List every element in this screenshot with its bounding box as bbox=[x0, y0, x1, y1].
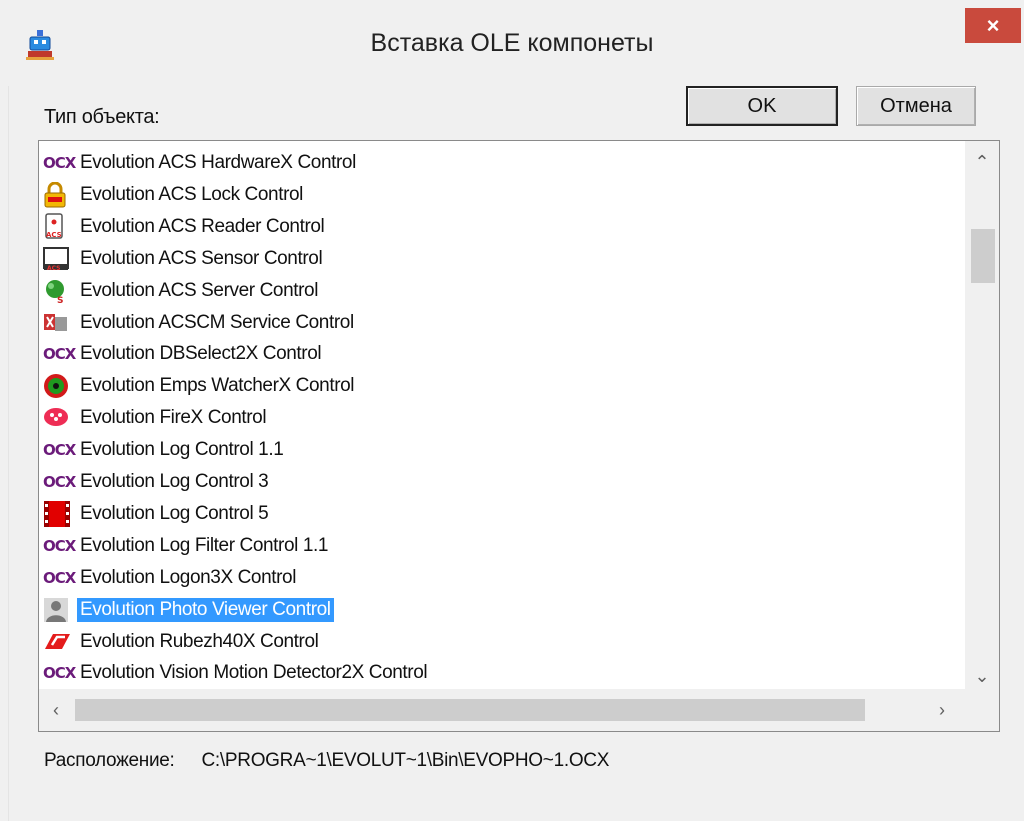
horizontal-scrollbar[interactable]: ‹ › bbox=[39, 689, 999, 731]
list-item-label: Evolution Emps WatcherX Control bbox=[80, 375, 355, 397]
list-item[interactable]: OCX Evolution Log Control 3 bbox=[43, 466, 943, 498]
scroll-right-arrow-icon[interactable]: › bbox=[925, 689, 959, 731]
window-frame-left bbox=[0, 86, 9, 821]
log-film-icon bbox=[43, 500, 77, 528]
list-item-label: Evolution ACS Sensor Control bbox=[80, 247, 323, 269]
list-item-label: Evolution Photo Viewer Control bbox=[77, 597, 334, 622]
lock-icon bbox=[43, 181, 77, 209]
scroll-down-arrow-icon[interactable]: ⌄ bbox=[965, 661, 999, 691]
list-item[interactable]: OCX Evolution Log Control 1.1 bbox=[43, 434, 943, 466]
list-item-label: Evolution ACS HardwareX Control bbox=[80, 152, 356, 173]
list-item[interactable]: Evolution ACS Lock Control bbox=[43, 179, 943, 211]
list-item[interactable]: Evolution Photo Viewer Control bbox=[43, 594, 943, 626]
list-item[interactable]: Evolution ACSCM Service Control bbox=[43, 307, 943, 339]
photo-person-icon bbox=[43, 596, 77, 624]
list-item-label: Evolution ACS Reader Control bbox=[80, 215, 325, 237]
list-item-label: Evolution ACS Lock Control bbox=[80, 183, 303, 205]
cancel-button[interactable]: Отмена bbox=[856, 86, 976, 126]
rubezh-icon bbox=[43, 628, 77, 656]
location-path: C:\PROGRA~1\EVOLUT~1\Bin\EVOPHO~1.OCX bbox=[201, 750, 610, 771]
service-icon bbox=[43, 309, 77, 337]
fire-icon bbox=[43, 404, 77, 432]
list-item-label: Evolution ACS Server Control bbox=[80, 279, 319, 301]
list-item[interactable]: S Evolution ACS Server Control bbox=[43, 275, 943, 307]
reader-icon: ACS bbox=[43, 213, 77, 241]
watcher-icon bbox=[43, 372, 77, 400]
list-item[interactable]: OCX Evolution Vision Motion Detector2X Co… bbox=[43, 657, 943, 689]
title-bar: Вставка OLE компонеты × bbox=[0, 0, 1024, 86]
list-item-label: Evolution Log Control 1.1 bbox=[80, 439, 284, 461]
ocx-icon: OCX bbox=[43, 536, 76, 555]
location-label: Расположение: bbox=[44, 750, 175, 771]
window-title: Вставка OLE компонеты bbox=[370, 29, 654, 57]
sensor-icon: ACS bbox=[43, 245, 77, 273]
server-icon: S bbox=[43, 277, 77, 305]
svg-text:ACS: ACS bbox=[47, 265, 60, 272]
list-item-label: Evolution FireX Control bbox=[80, 407, 267, 429]
object-type-label: Тип объекта: bbox=[44, 106, 160, 128]
close-button[interactable]: × bbox=[965, 8, 1021, 43]
list-item[interactable]: OCX Evolution ACS HardwareX Control bbox=[43, 147, 943, 179]
list-item-label: Evolution ACSCM Service Control bbox=[80, 311, 354, 333]
scroll-up-arrow-icon[interactable]: ⌃ bbox=[965, 147, 999, 177]
list-item[interactable]: ACS Evolution ACS Reader Control bbox=[43, 211, 943, 243]
window-frame-right bbox=[1012, 86, 1024, 821]
list-item[interactable]: ACS Evolution ACS Sensor Control bbox=[43, 243, 943, 275]
ok-button[interactable]: OK bbox=[686, 86, 838, 126]
ocx-icon: OCX bbox=[43, 473, 76, 491]
list-item-label: Evolution Vision Motion Detector2X Contr… bbox=[80, 662, 428, 684]
horizontal-scroll-thumb[interactable] bbox=[75, 699, 865, 721]
ocx-icon: OCX bbox=[43, 568, 76, 587]
list-item-label: Evolution DBSelect2X Control bbox=[80, 343, 322, 365]
object-type-list[interactable]: OCX Evolution ACS HardwareX Control Evolut… bbox=[38, 140, 1000, 732]
list-item[interactable]: Evolution FireX Control bbox=[43, 402, 943, 434]
ocx-icon: OCX bbox=[43, 154, 76, 172]
list-item[interactable]: OCX Evolution Log Filter Control 1.1 bbox=[43, 530, 943, 562]
svg-text:S: S bbox=[57, 296, 63, 304]
list-item[interactable]: OCX Evolution DBSelect2X Control bbox=[43, 338, 943, 370]
list-item[interactable]: OCX Evolution Logon3X Control bbox=[43, 562, 943, 594]
list-item-label: Evolution Log Control 5 bbox=[80, 502, 269, 524]
scroll-left-arrow-icon[interactable]: ‹ bbox=[39, 689, 73, 731]
ocx-icon: OCX bbox=[43, 441, 76, 460]
vertical-scroll-thumb[interactable] bbox=[971, 229, 995, 283]
vertical-scrollbar[interactable]: ⌃ ⌄ bbox=[965, 141, 999, 689]
svg-text:ACS: ACS bbox=[46, 231, 62, 239]
list-item[interactable]: Evolution Emps WatcherX Control bbox=[43, 370, 943, 402]
list-item-label: Evolution Log Filter Control 1.1 bbox=[80, 534, 329, 556]
ocx-icon: OCX bbox=[43, 664, 76, 683]
location-row: Расположение: C:\PROGRA~1\EVOLUT~1\Bin\E… bbox=[44, 750, 609, 772]
ocx-icon: OCX bbox=[43, 345, 76, 364]
list-item-label: Evolution Log Control 3 bbox=[80, 471, 269, 492]
list-item[interactable]: Evolution Rubezh40X Control bbox=[43, 626, 943, 658]
list-item-label: Evolution Logon3X Control bbox=[80, 566, 297, 588]
list-item[interactable]: Evolution Log Control 5 bbox=[43, 498, 943, 530]
list-item-label: Evolution Rubezh40X Control bbox=[80, 630, 319, 652]
